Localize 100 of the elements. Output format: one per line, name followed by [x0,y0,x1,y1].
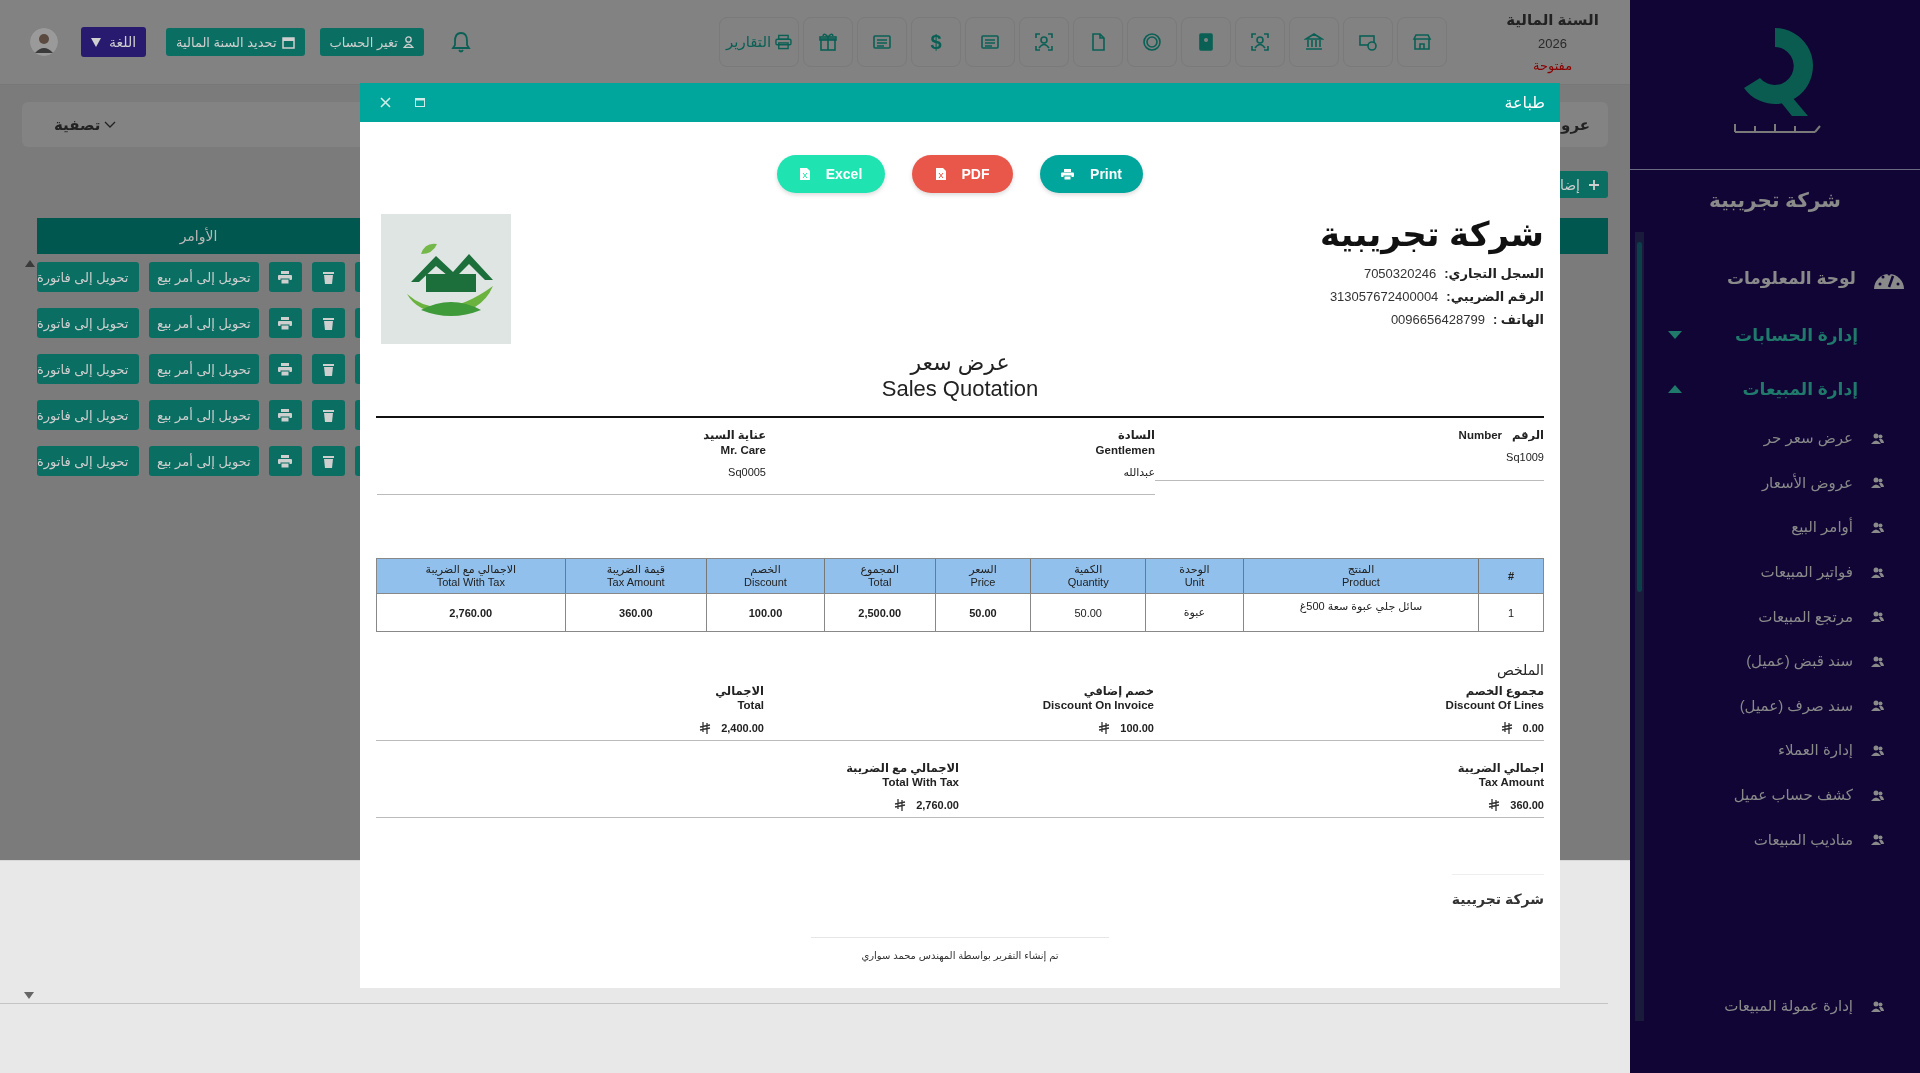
print-button[interactable] [268,262,302,292]
field-label: Gentlemen [1094,443,1155,458]
plus-icon [1588,178,1600,191]
print-button[interactable] [268,308,302,338]
field-value: 7050320246 [1363,265,1437,283]
summary-value: 0.00 [1522,722,1544,734]
caret-icon [91,37,101,47]
print-button[interactable] [268,446,302,476]
table-cell: 50.00 [1030,594,1146,631]
submenu-item[interactable]: مرتجع المبيعات [1630,594,1906,639]
convert-to-order-button[interactable]: تحويل إلى أمر بيع [149,446,259,476]
maximize-button[interactable] [415,98,425,107]
delete-button[interactable] [311,400,345,430]
submenu-item[interactable]: عروض الأسعار [1630,460,1906,506]
language-button[interactable]: اللغة [81,27,147,57]
users-icon [1871,789,1884,801]
convert-to-invoice-button[interactable]: تحويل إلى فاتورة [37,446,139,476]
submenu-item[interactable]: أوامر البيع [1630,505,1906,550]
users-icon [1871,566,1884,578]
trash-icon [322,270,334,284]
fiscal-year-button[interactable]: تحديد السنة المالية [166,28,305,56]
convert-to-invoice-button[interactable]: تحويل إلى فاتورة [37,308,139,338]
filter-toggle[interactable]: تصفية [48,114,123,135]
convert-to-order-button[interactable]: تحويل إلى أمر بيع [149,354,259,384]
field-label: الرقم الضريبي: [1446,288,1544,306]
menu-group[interactable]: إدارة المبيعات [1630,362,1906,416]
print-button[interactable] [268,354,302,384]
file-icon [935,168,946,180]
convert-to-invoice-button[interactable]: تحويل إلى فاتورة [37,400,139,430]
scrollbar-thumb[interactable] [1637,242,1642,592]
list-icon [980,32,1000,52]
print-button[interactable] [268,400,302,430]
submenu-item[interactable]: كشف حساب عميل [1630,772,1906,818]
submenu-item[interactable]: فواتير المبيعات [1630,549,1906,595]
book-icon [1196,32,1216,52]
caret-up-icon [1668,385,1682,393]
column-header: # [1478,559,1543,593]
print-button[interactable]: Print [1040,155,1143,193]
delete-button[interactable] [311,446,345,476]
delete-button[interactable] [311,308,345,338]
footer-company: شركة تجريبية [1451,874,1544,907]
summary-label: خصم إضافي [1082,684,1154,698]
users-icon [1871,655,1884,667]
submenu-item[interactable]: مناديب المبيعات [1630,817,1906,862]
summary-label: Total With Tax [881,775,959,789]
field-value: Sq0005 [727,466,766,478]
submenu-item[interactable]: سند قبض (عميل) [1630,638,1906,684]
submenu-item[interactable]: إدارة عمولة المبيعات [1630,983,1906,1029]
riyal-icon [1500,722,1513,734]
table-cell: 360.00 [564,594,707,631]
submenu-item[interactable]: إدارة العملاء [1630,728,1906,773]
delete-button[interactable] [311,262,345,292]
summary-label: Tax Amount [1477,775,1544,789]
close-button[interactable] [380,97,391,108]
field-label: الهاتف : [1492,311,1544,329]
footer-credit: تم إنشاء التقرير بواسطة المهندس محمد سواري [811,937,1109,961]
coin-icon [1142,32,1162,52]
calendar-icon [281,35,295,49]
field-label: Mr. Care [719,443,766,458]
table-cell: 100.00 [706,594,824,631]
summary-value: 100.00 [1120,722,1154,734]
summary-value: 360.00 [1510,799,1544,811]
summary-label: مجموع الخصم [1464,684,1544,698]
scroll-down-icon[interactable] [24,992,34,999]
field-label: السادة [1117,428,1155,443]
submenu-item[interactable]: عرض سعر حر [1630,416,1906,461]
submenu-item[interactable]: سند صرف (عميل) [1630,683,1906,729]
store-icon [1412,32,1432,52]
users-icon [1871,611,1884,623]
scroll-up-icon[interactable] [24,260,35,267]
printer-icon [278,316,293,330]
riyal-icon [1488,799,1501,811]
menu-group[interactable]: إدارة الحسابات [1630,308,1906,362]
printer-icon [278,270,293,284]
convert-to-invoice-button[interactable]: تحويل إلى فاتورة [37,354,139,384]
avatar[interactable] [30,28,58,56]
table-cell-text: 2,760.00 [448,605,494,621]
field-value: Sq1009 [1505,451,1544,463]
users-icon [1871,432,1884,444]
fiscal-year-label: السنة المالية [1506,11,1599,29]
change-account-button[interactable]: تغير الحساب [319,28,424,56]
trash-icon [322,362,334,376]
users-icon [1871,522,1884,533]
pdf-button[interactable]: PDF [912,155,1013,193]
summary-label: الاجمالي مع الضريبة [845,761,959,775]
delete-button[interactable] [311,354,345,384]
menu-item[interactable]: لوحة المعلومات [1630,256,1906,300]
trash-icon [322,316,334,330]
money-icon [1358,32,1378,52]
convert-to-order-button[interactable]: تحويل إلى أمر بيع [149,400,259,430]
convert-to-order-button[interactable]: تحويل إلى أمر بيع [149,262,259,292]
person-icon [1034,32,1054,52]
field-label: السجل التجاري: [1444,265,1544,283]
field-value: 0096656428799 [1390,311,1485,329]
trash-icon [322,454,334,468]
convert-to-order-button[interactable]: تحويل إلى أمر بيع [149,308,259,338]
users-icon [1871,1000,1884,1012]
users-icon [1871,834,1884,846]
convert-to-invoice-button[interactable]: تحويل إلى فاتورة [37,262,139,292]
file-icon [799,168,810,180]
